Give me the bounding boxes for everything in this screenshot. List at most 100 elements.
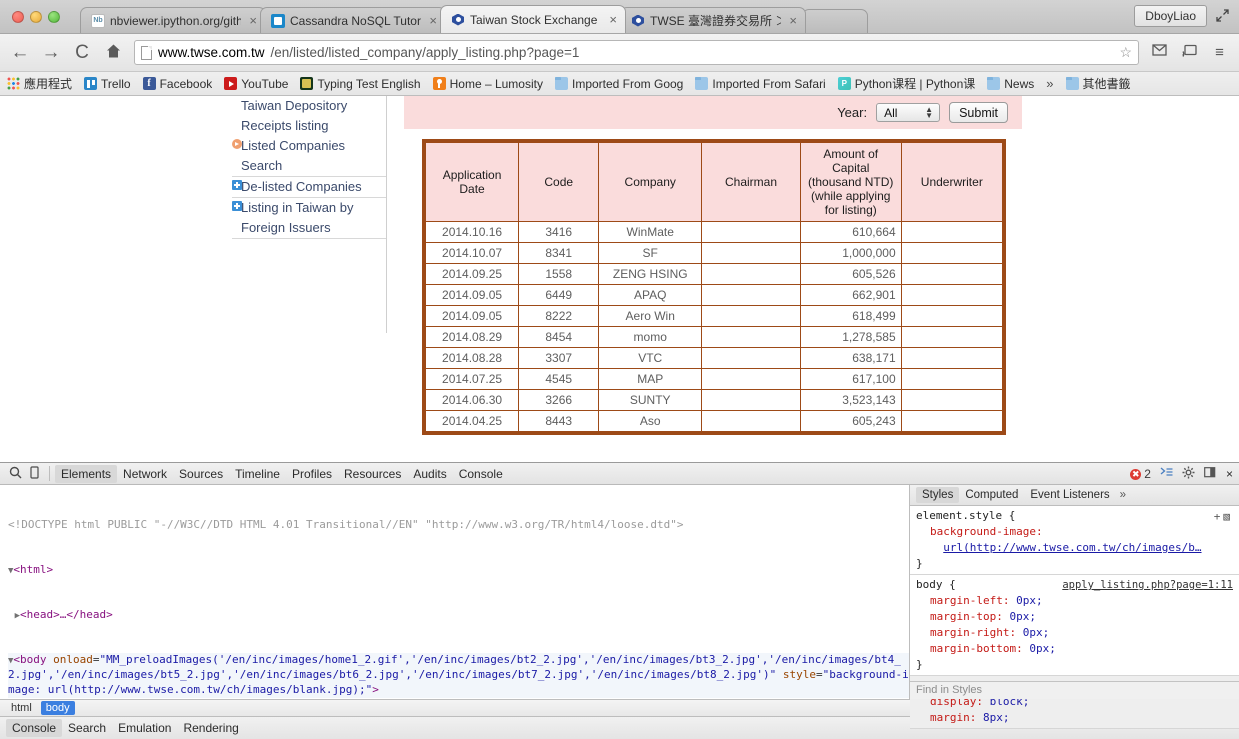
dom-body-line[interactable]: ▼<body onload="MM_preloadImages('/en/inc… [8, 652, 909, 698]
tab-close-icon[interactable]: × [429, 14, 437, 27]
dock-icon[interactable] [1204, 467, 1217, 481]
tab-close-icon[interactable]: × [789, 14, 797, 27]
sidebar-item-de-listed-companies[interactable]: De-listed Companies [232, 177, 386, 198]
rule-origin-link[interactable]: apply_listing.php?page=1:11 [1062, 577, 1233, 593]
css-property-value[interactable]: url(http://www.twse.com.tw/ch/images/b… [943, 541, 1201, 554]
plus-box-icon[interactable] [232, 180, 242, 190]
bookmarks-overflow-icon[interactable]: » [1046, 76, 1053, 91]
bookmark-label: Imported From Safari [712, 76, 826, 91]
close-window-button[interactable] [12, 11, 24, 23]
css-property-margin-left[interactable]: margin-left: 0px; [916, 593, 1233, 609]
close-icon[interactable]: × [1226, 467, 1233, 481]
style-rule-element-style[interactable]: element.style { +▧ background-image: url… [910, 506, 1239, 575]
back-button[interactable]: ← [10, 43, 30, 62]
forward-button[interactable]: → [41, 43, 61, 62]
find-in-styles-input[interactable]: Find in Styles [910, 681, 1239, 699]
drawer-tab-rendering[interactable]: Rendering [177, 719, 244, 737]
menu-icon[interactable]: ≡ [1210, 44, 1229, 61]
drawer-tab-console[interactable]: Console [6, 719, 63, 737]
elements-tree[interactable]: <!DOCTYPE html PUBLIC "-//W3C//DTD HTML … [0, 485, 910, 699]
css-property-background-image[interactable]: background-image: url(http://www.twse.co… [916, 524, 1233, 556]
search-icon[interactable] [6, 466, 25, 482]
styles-rule-actions[interactable]: +▧ [1214, 509, 1233, 525]
cell-chairman [701, 242, 801, 264]
devtools-tab-network[interactable]: Network [117, 465, 173, 483]
cell-chairman [701, 284, 801, 306]
maximize-window-button[interactable] [48, 11, 60, 23]
bookmark-typing-test[interactable]: Typing Test English [300, 77, 421, 91]
sidebar-item-receipts-listing[interactable]: Receipts listing [232, 116, 386, 136]
cast-icon[interactable] [1180, 44, 1199, 62]
dom-html-line[interactable]: ▼<html> [8, 563, 909, 579]
devtools-tab-timeline[interactable]: Timeline [229, 465, 286, 483]
home-button[interactable] [103, 43, 123, 63]
css-property-margin-top[interactable]: margin-top: 0px; [916, 609, 1233, 625]
css-property-margin-bottom[interactable]: margin-bottom: 0px; [916, 641, 1233, 657]
bookmark-facebook[interactable]: f Facebook [142, 77, 212, 91]
mail-icon[interactable] [1150, 43, 1169, 62]
devtools-tab-console[interactable]: Console [453, 465, 509, 483]
drawer-tab-search[interactable]: Search [62, 719, 112, 737]
gear-icon[interactable] [1182, 466, 1195, 482]
css-property-margin-right[interactable]: margin-right: 0px; [916, 625, 1233, 641]
sidebar-item-listing-in-taiwan[interactable]: Listing in Taiwan by [232, 198, 386, 218]
breadcrumb-item-body[interactable]: body [40, 701, 75, 715]
sidebar-item-foreign-issuers[interactable]: Foreign Issuers [232, 218, 386, 239]
devtools-tab-elements[interactable]: Elements [55, 464, 118, 483]
devtools-tab-sources[interactable]: Sources [173, 465, 229, 483]
folder-icon [554, 77, 568, 90]
browser-tab-3[interactable]: Taiwan Stock Exchange Co × [440, 5, 626, 33]
device-icon[interactable] [25, 465, 44, 482]
devtools-tab-profiles[interactable]: Profiles [286, 465, 338, 483]
plus-box-icon[interactable] [232, 201, 242, 211]
devtools-tab-audits[interactable]: Audits [407, 465, 452, 483]
bookmark-label: Trello [101, 76, 131, 91]
submit-button[interactable]: Submit [949, 102, 1008, 123]
twse-icon [631, 14, 645, 28]
cell-underwriter [900, 389, 1005, 411]
bookmark-imported-google[interactable]: Imported From Goog [554, 77, 683, 91]
sidebar-item-taiwan-depository[interactable]: Taiwan Depository [232, 96, 386, 116]
bookmark-youtube[interactable]: YouTube [224, 77, 288, 91]
table-row: 2014.07.25 4545 MAP 617,100 [423, 368, 1005, 390]
devtools-tab-resources[interactable]: Resources [338, 465, 407, 483]
tab-close-icon[interactable]: × [609, 13, 617, 26]
fullscreen-icon[interactable] [1215, 8, 1231, 24]
bookmark-other[interactable]: 其他書籤 [1065, 75, 1131, 92]
browser-tab-2[interactable]: Cassandra NoSQL Tutorial × [260, 7, 446, 33]
user-profile-button[interactable]: DboyLiao [1134, 5, 1207, 27]
new-tab-button[interactable] [802, 9, 868, 33]
bookmark-imported-safari[interactable]: Imported From Safari [695, 76, 826, 91]
styles-tab-event-listeners[interactable]: Event Listeners [1024, 487, 1115, 503]
sidebar-item-search[interactable]: Search [232, 156, 386, 177]
cell-amount: 618,499 [799, 305, 902, 327]
year-select[interactable]: All ▲ ▼ [876, 103, 941, 122]
drawer-tab-emulation[interactable]: Emulation [112, 719, 177, 737]
rule-selector: element.style { [916, 509, 1016, 522]
styles-tab-styles[interactable]: Styles [916, 487, 960, 503]
console-drawer-icon[interactable] [1160, 467, 1173, 481]
styles-tabs-overflow-icon[interactable]: » [1116, 489, 1126, 501]
bookmark-apps[interactable]: 應用程式 [7, 75, 72, 92]
bookmark-lumosity[interactable]: Home – Lumosity [432, 77, 543, 91]
tab-close-icon[interactable]: × [249, 14, 257, 27]
bookmark-python-course[interactable]: Python课程 | Python课 [837, 75, 975, 92]
bookmark-star-icon[interactable]: ☆ [1119, 44, 1132, 61]
style-rule-body-author[interactable]: body { apply_listing.php?page=1:11 margi… [910, 575, 1239, 676]
minimize-window-button[interactable] [30, 11, 42, 23]
cell-amount: 605,243 [799, 410, 902, 434]
page-viewport: Taiwan Depository Receipts listing Liste… [0, 96, 1239, 462]
bookmark-news[interactable]: News [987, 77, 1034, 91]
error-count-badge[interactable]: ✖ 2 [1130, 467, 1151, 481]
browser-tab-4[interactable]: TWSE 臺灣證券交易所 ＞上市 × [620, 7, 806, 33]
sidebar-item-listed-companies[interactable]: Listed Companies [232, 136, 386, 156]
breadcrumb-item-html[interactable]: html [6, 701, 37, 715]
browser-tab-1[interactable]: Nb nbviewer.ipython.org/gith × [80, 7, 266, 33]
cell-chairman [701, 326, 801, 348]
dom-head-line[interactable]: ▶<head>…</head> [8, 608, 909, 624]
head-tag: <head>…</head> [20, 607, 113, 621]
address-bar[interactable]: www.twse.com.tw/en/listed/listed_company… [134, 40, 1139, 65]
reload-button[interactable]: C [72, 43, 92, 62]
styles-tab-computed[interactable]: Computed [959, 487, 1024, 503]
bookmark-trello[interactable]: Trello [84, 77, 131, 91]
